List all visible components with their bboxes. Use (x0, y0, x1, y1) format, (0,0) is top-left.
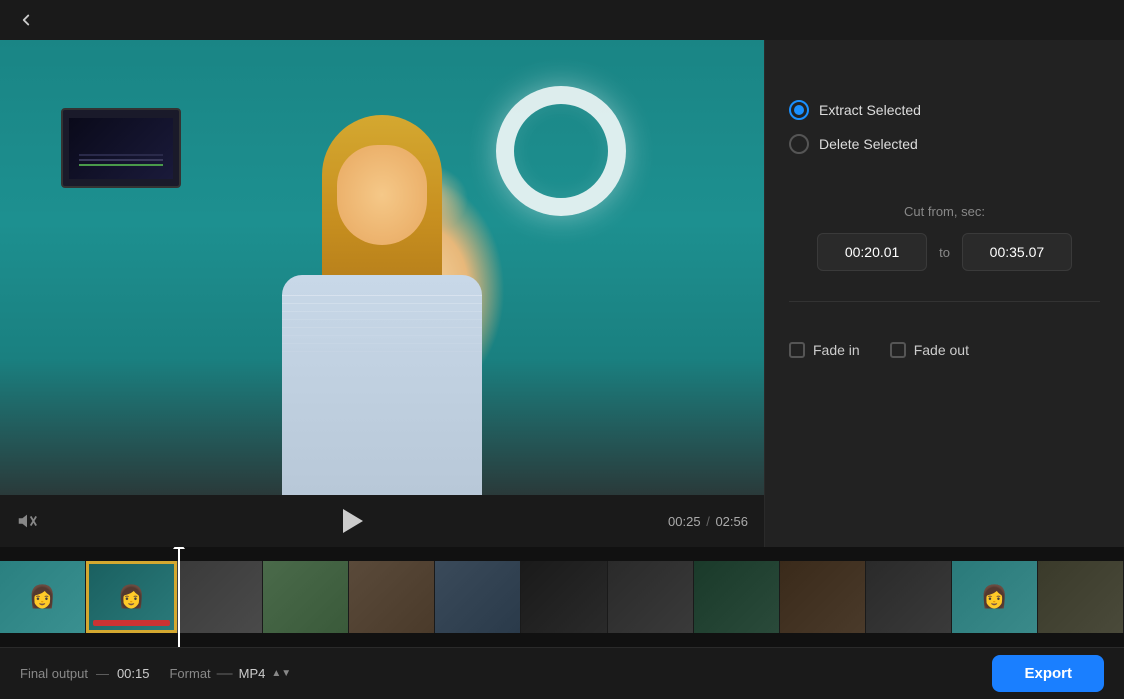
monitor-screen (69, 118, 173, 179)
person-face (337, 145, 427, 245)
play-button[interactable] (50, 509, 656, 533)
to-label: to (939, 245, 950, 260)
delete-selected-label: Delete Selected (819, 136, 918, 152)
output-duration: 00:15 (117, 666, 150, 681)
person-figure (252, 115, 512, 495)
current-time: 00:25 (668, 514, 701, 529)
total-time: 02:56 (715, 514, 748, 529)
timeline-section[interactable]: 👩 👩 👩 (0, 547, 1124, 647)
mute-icon (16, 512, 38, 530)
format-label: Format (169, 666, 210, 681)
film-thumb-10[interactable] (780, 561, 866, 633)
fade-in-checkbox[interactable] (789, 342, 805, 358)
top-bar (0, 0, 1124, 40)
time-to-input[interactable]: 00:35.07 (962, 233, 1072, 271)
time-display: 00:25 / 02:56 (668, 514, 748, 529)
extract-selected-radio[interactable] (789, 100, 809, 120)
ring-light-decoration (496, 86, 626, 216)
output-info: Final output — 00:15 (20, 666, 149, 681)
fade-out-label: Fade out (914, 342, 969, 358)
film-thumb-6[interactable] (435, 561, 521, 633)
film-thumb-12[interactable]: 👩 (952, 561, 1038, 633)
format-chevron-icon: ▲▼ (271, 668, 291, 679)
film-thumb-4[interactable] (263, 561, 349, 633)
radio-group: Extract Selected Delete Selected (789, 100, 1100, 154)
film-thumb-3[interactable] (177, 561, 263, 633)
fade-section: Fade in Fade out (789, 342, 1100, 358)
video-placeholder (0, 40, 764, 495)
mute-button[interactable] (16, 512, 38, 530)
export-button[interactable]: Export (992, 655, 1104, 692)
filmstrip: 👩 👩 👩 (0, 561, 1124, 633)
right-panel: Extract Selected Delete Selected Cut fro… (764, 40, 1124, 547)
film-thumb-11[interactable] (866, 561, 952, 633)
film-thumb-9[interactable] (694, 561, 780, 633)
monitor-decoration (61, 108, 181, 188)
film-thumb-5[interactable] (349, 561, 435, 633)
play-icon (343, 509, 363, 533)
film-thumb-8[interactable] (608, 561, 694, 633)
extract-selected-label: Extract Selected (819, 102, 921, 118)
output-dash: — (96, 666, 109, 681)
cut-inputs: 00:20.01 to 00:35.07 (789, 233, 1100, 271)
fade-in-label: Fade in (813, 342, 860, 358)
main-content: 00:25 / 02:56 Extract Selected Delete Se… (0, 40, 1124, 547)
back-button[interactable] (12, 6, 40, 34)
film-thumb-1[interactable]: 👩 (0, 561, 86, 633)
delete-selected-option[interactable]: Delete Selected (789, 134, 1100, 154)
cut-from-label: Cut from, sec: (789, 204, 1100, 219)
fade-out-option[interactable]: Fade out (890, 342, 969, 358)
bottom-bar: Final output — 00:15 Format — MP4 ▲▼ Exp… (0, 647, 1124, 699)
format-dash: — (217, 665, 233, 683)
film-thumb-13[interactable] (1038, 561, 1124, 633)
video-container (0, 40, 764, 495)
time-separator: / (706, 514, 713, 529)
final-output-label: Final output (20, 666, 88, 681)
film-thumb-7[interactable] (521, 561, 607, 633)
selected-segment-bar (93, 620, 170, 626)
extract-selected-option[interactable]: Extract Selected (789, 100, 1100, 120)
left-panel: 00:25 / 02:56 (0, 40, 764, 547)
cut-section: Cut from, sec: 00:20.01 to 00:35.07 (789, 204, 1100, 271)
playhead (178, 547, 180, 647)
controls-bar: 00:25 / 02:56 (0, 495, 764, 547)
format-value: MP4 (239, 666, 266, 681)
delete-selected-radio[interactable] (789, 134, 809, 154)
time-from-input[interactable]: 00:20.01 (817, 233, 927, 271)
fade-in-option[interactable]: Fade in (789, 342, 860, 358)
divider (789, 301, 1100, 302)
film-thumb-2[interactable]: 👩 (86, 561, 177, 633)
fade-out-checkbox[interactable] (890, 342, 906, 358)
format-select[interactable]: Format — MP4 ▲▼ (169, 665, 291, 683)
person-body (282, 275, 482, 495)
